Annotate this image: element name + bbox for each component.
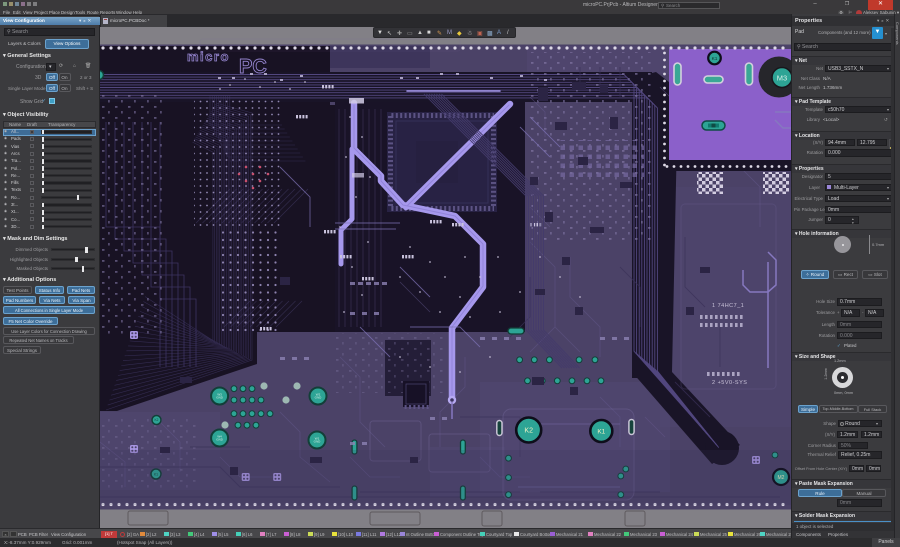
svg-text:GND: GND <box>315 396 323 400</box>
svg-text:K2: K2 <box>524 428 533 435</box>
svg-text:GND: GND <box>314 440 322 444</box>
svg-text:micro: micro <box>187 49 230 64</box>
svg-text:2 +5V0-SYS: 2 +5V0-SYS <box>712 380 747 386</box>
svg-text:K2: K2 <box>155 418 159 422</box>
svg-text:GND: GND <box>216 396 224 400</box>
svg-text:1 74HC7_1: 1 74HC7_1 <box>712 303 744 309</box>
svg-text:K1: K1 <box>712 56 718 62</box>
svg-text:K1: K1 <box>597 429 605 436</box>
svg-text:GND: GND <box>216 438 224 442</box>
svg-text:M3: M3 <box>777 74 787 83</box>
